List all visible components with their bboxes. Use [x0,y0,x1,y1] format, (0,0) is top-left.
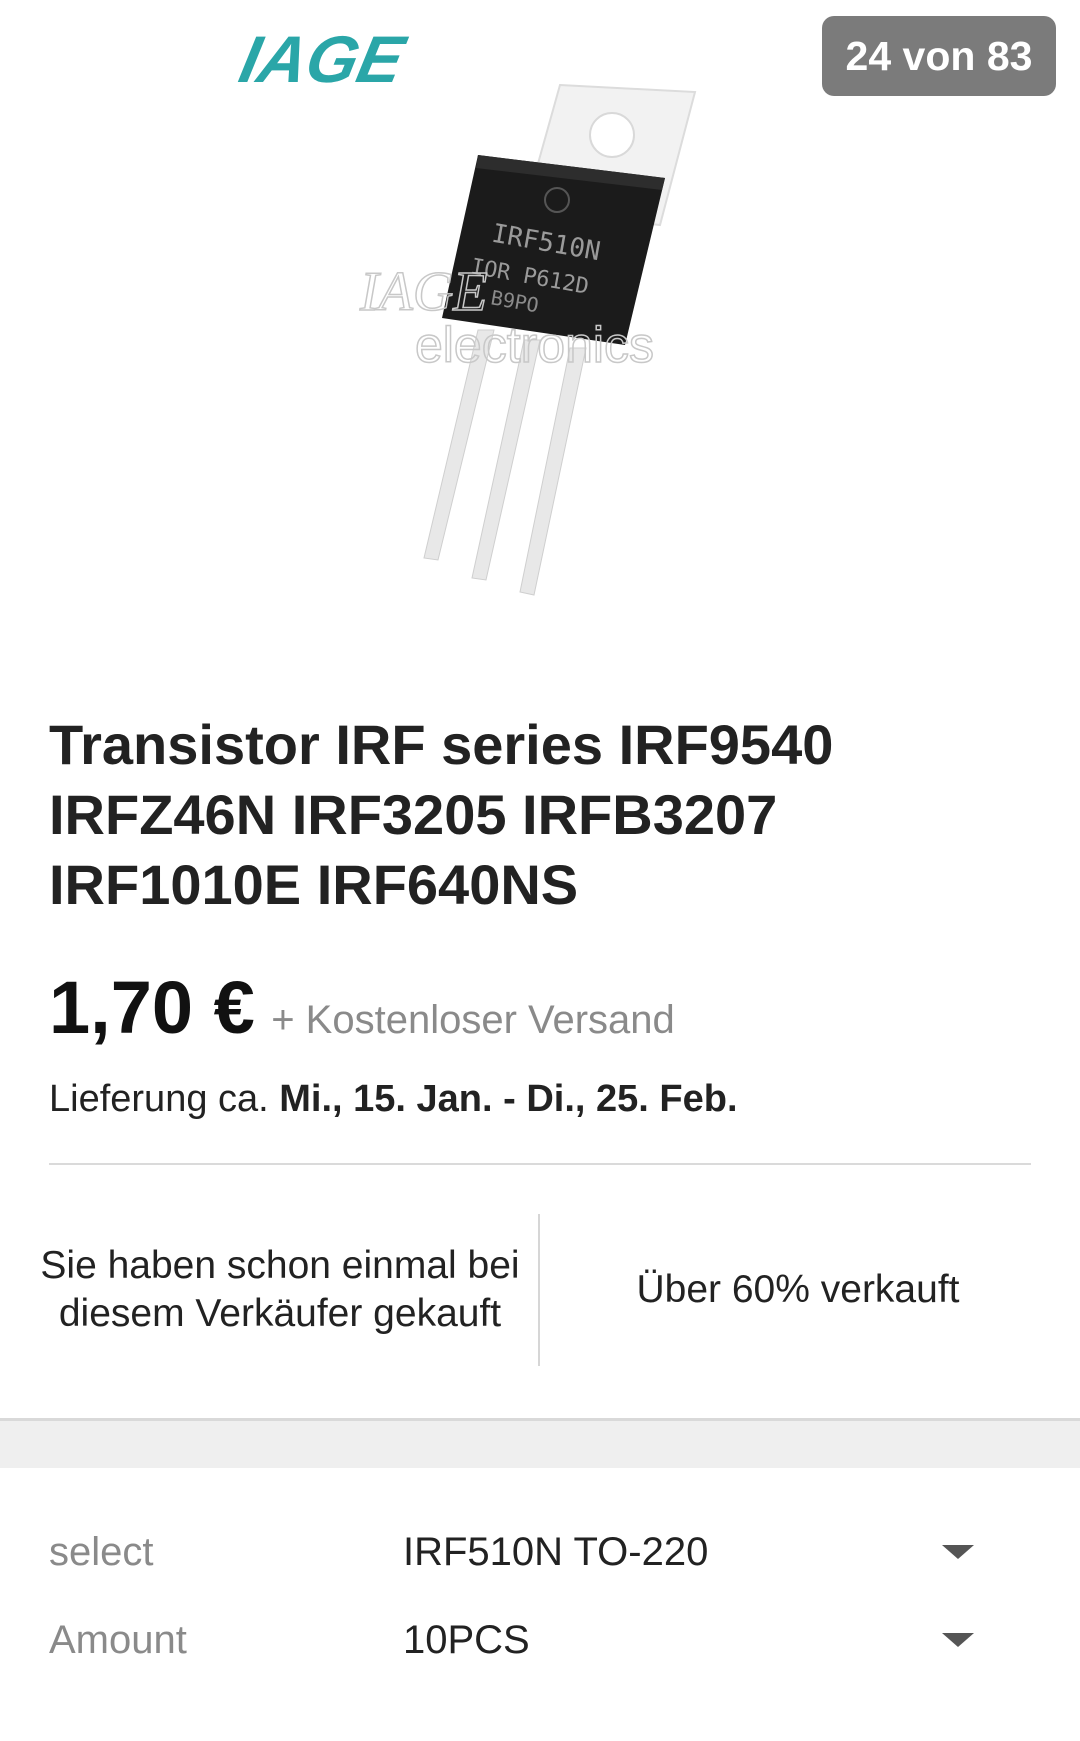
delivery-dates: Mi., 15. Jan. - Di., 25. Feb. [279,1078,738,1120]
previous-purchase-note: Sie haben schon einmal bei diesem Verkäu… [40,1210,520,1370]
image-counter-badge: 24 von 83 [822,16,1056,96]
section-separator [0,1418,1080,1468]
chevron-down-icon[interactable] [942,1633,974,1647]
product-title: Transistor IRF series IRF9540 IRFZ46N IR… [49,713,834,916]
option-value-select[interactable]: IRF510N TO-220 [403,1512,708,1592]
shipping-info: + Kostenloser Versand [271,998,675,1042]
product-photo: IAGE IRF510N IOR P612D B9PO IAGE electro… [233,24,697,596]
price: 1,70 € [49,966,255,1049]
option-value-amount[interactable]: 10PCS [403,1600,530,1680]
watermark-iage: IAGE [359,261,488,323]
delivery-prefix: Lieferung ca. [49,1078,280,1120]
sold-percentage-text: Über 60% verkauft [636,1268,960,1311]
info-separator [538,1214,540,1366]
watermark-electronics: electronics [415,317,654,373]
previous-purchase-text: Sie haben schon einmal bei diesem Verkäu… [40,1244,520,1335]
brand-logo: IAGE [233,24,412,97]
option-label-select: select [49,1530,154,1574]
chevron-down-icon[interactable] [942,1545,974,1559]
price-row: 1,70 € + Kostenloser Versand [49,965,675,1049]
product-image-gallery[interactable]: IAGE IRF510N IOR P612D B9PO IAGE electro… [0,0,1080,690]
option-select-row[interactable]: select IRF510N TO-220 [0,1512,1080,1592]
option-amount-row[interactable]: Amount 10PCS [0,1600,1080,1680]
sold-percentage-note: Über 60% verkauft [548,1210,1048,1370]
option-label-amount: Amount [49,1618,187,1662]
delivery-estimate: Lieferung ca. Mi., 15. Jan. - Di., 25. F… [49,1078,738,1121]
seller-info-row: Sie haben schon einmal bei diesem Verkäu… [0,1210,1080,1370]
divider [49,1163,1031,1165]
